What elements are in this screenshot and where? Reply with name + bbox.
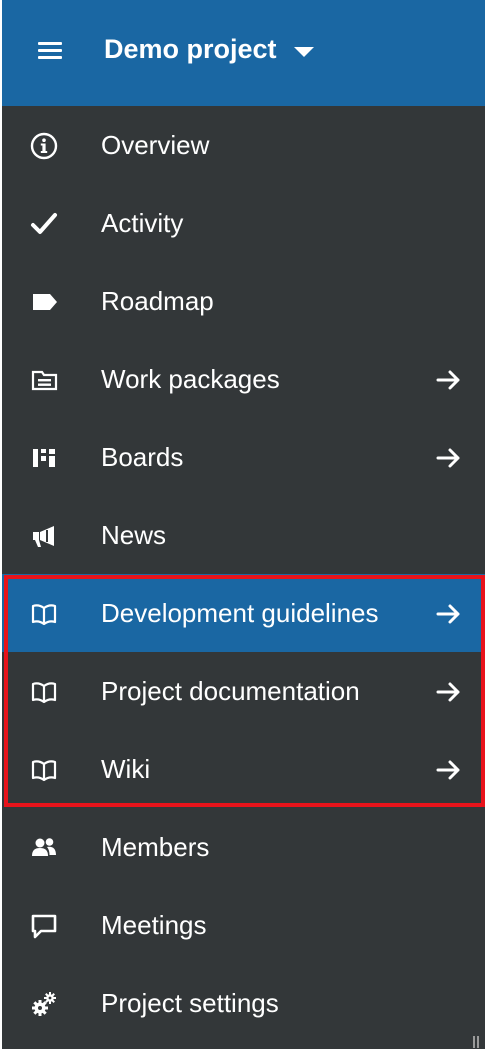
menu-item-label: Overview	[101, 130, 210, 160]
menu-item-overview[interactable]: Overview	[2, 106, 485, 184]
book-icon	[30, 678, 58, 706]
menu-item-roadmap[interactable]: Roadmap	[2, 262, 485, 340]
menu-item-label: Project documentation	[101, 676, 360, 706]
checkmark-icon	[30, 210, 58, 238]
members-icon	[30, 834, 58, 862]
menu-item-label: Boards	[101, 442, 184, 472]
megaphone-icon	[30, 522, 58, 550]
menu-item-label: Activity	[101, 208, 184, 238]
menu-item-label: News	[101, 520, 167, 550]
menu-item-development-guidelines[interactable]: Development guidelines	[2, 574, 485, 652]
speech-bubble-icon	[30, 912, 58, 940]
info-icon	[30, 132, 58, 160]
book-icon	[30, 756, 58, 784]
menu-item-news[interactable]: News	[2, 496, 485, 574]
project-selector[interactable]: Demo project	[104, 34, 277, 65]
boards-icon	[30, 444, 58, 472]
menu-item-label: Wiki	[101, 754, 151, 784]
menu-item-boards[interactable]: Boards	[2, 418, 485, 496]
project-header: Demo project	[2, 0, 485, 106]
arrow-right-icon[interactable]	[436, 758, 462, 782]
book-icon	[30, 600, 58, 628]
work-packages-icon	[30, 366, 58, 394]
menu-item-meetings[interactable]: Meetings	[2, 886, 485, 964]
gears-icon	[30, 990, 58, 1018]
menu-item-label: Development guidelines	[101, 598, 379, 628]
menu-item-label: Roadmap	[101, 286, 214, 316]
resize-handle[interactable]	[473, 1036, 481, 1048]
menu-item-members[interactable]: Members	[2, 808, 485, 886]
menu-item-project-documentation[interactable]: Project documentation	[2, 652, 485, 730]
menu-item-label: Work packages	[101, 364, 280, 394]
project-sidebar-menu: Demo project Overview Activity Roadmap W…	[2, 0, 485, 1049]
menu-item-activity[interactable]: Activity	[2, 184, 485, 262]
menu-item-wiki[interactable]: Wiki	[2, 730, 485, 808]
menu-item-label: Members	[101, 832, 210, 862]
caret-down-icon[interactable]	[294, 47, 314, 57]
tag-icon	[30, 288, 58, 316]
arrow-right-icon[interactable]	[436, 680, 462, 704]
hamburger-menu-icon[interactable]	[38, 42, 62, 60]
menu-item-work-packages[interactable]: Work packages	[2, 340, 485, 418]
arrow-right-icon[interactable]	[436, 368, 462, 392]
arrow-right-icon[interactable]	[436, 602, 462, 626]
arrow-right-icon[interactable]	[436, 446, 462, 470]
menu-item-project-settings[interactable]: Project settings	[2, 964, 485, 1042]
menu-item-label: Meetings	[101, 910, 207, 940]
menu-item-label: Project settings	[101, 988, 279, 1018]
